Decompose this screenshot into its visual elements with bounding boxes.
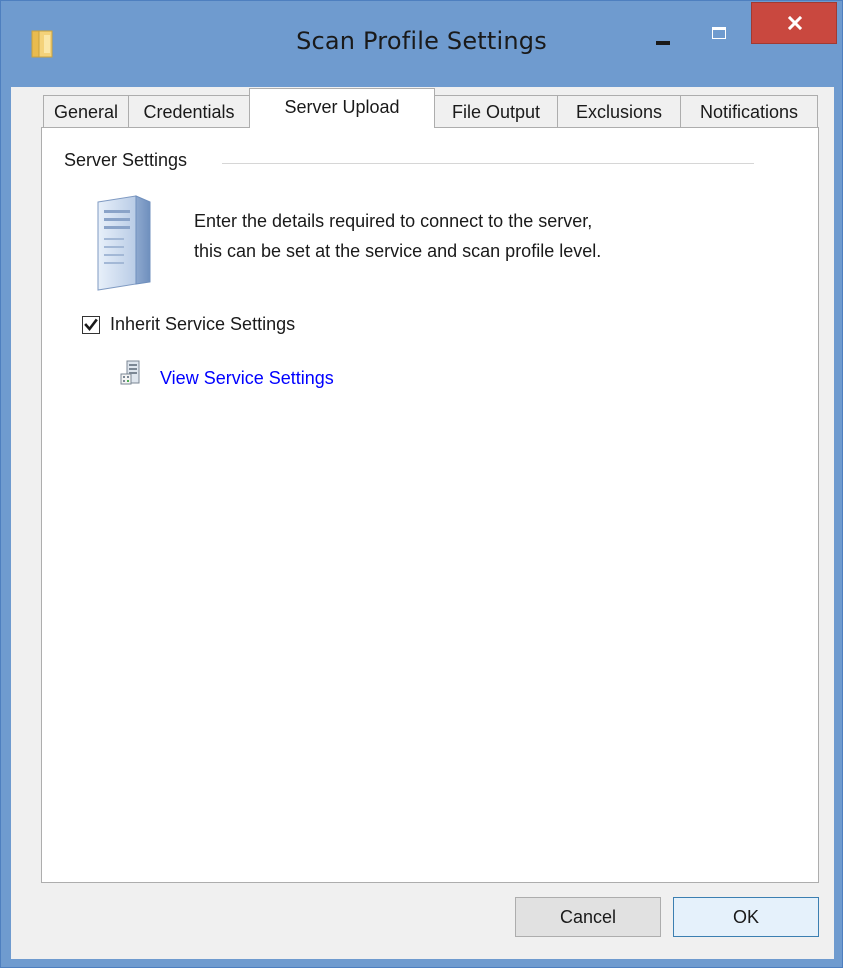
close-icon xyxy=(788,16,802,30)
description-line-1: Enter the details required to connect to… xyxy=(194,211,593,231)
group-divider xyxy=(222,163,754,164)
minimize-icon[interactable] xyxy=(656,41,670,45)
tab-general[interactable]: General xyxy=(43,95,129,127)
title-bar[interactable]: Scan Profile Settings xyxy=(1,1,842,87)
cancel-button[interactable]: Cancel xyxy=(515,897,661,937)
tab-server-upload[interactable]: Server Upload xyxy=(249,88,435,128)
tab-notifications[interactable]: Notifications xyxy=(680,95,818,127)
tab-credentials[interactable]: Credentials xyxy=(128,95,250,127)
dialog-client-area: General Credentials Server Upload File O… xyxy=(11,87,834,959)
ok-button[interactable]: OK xyxy=(673,897,819,937)
server-settings-icon xyxy=(120,360,142,386)
inherit-service-settings-checkbox[interactable] xyxy=(82,316,100,334)
view-service-settings-link[interactable]: View Service Settings xyxy=(160,368,334,389)
tab-panel: Server Settings Enter the details requir… xyxy=(41,127,819,883)
tab-exclusions[interactable]: Exclusions xyxy=(557,95,681,127)
server-settings-description: Enter the details required to connect to… xyxy=(194,206,601,266)
checkmark-icon xyxy=(84,318,98,332)
server-icon xyxy=(92,192,156,292)
inherit-service-settings-label[interactable]: Inherit Service Settings xyxy=(110,314,295,335)
description-line-2: this can be set at the service and scan … xyxy=(194,241,602,261)
maximize-icon[interactable] xyxy=(712,27,726,39)
dialog-window: Scan Profile Settings General Credential… xyxy=(0,0,843,968)
group-title: Server Settings xyxy=(64,150,198,171)
tab-file-output[interactable]: File Output xyxy=(434,95,558,127)
close-button[interactable] xyxy=(751,2,837,44)
